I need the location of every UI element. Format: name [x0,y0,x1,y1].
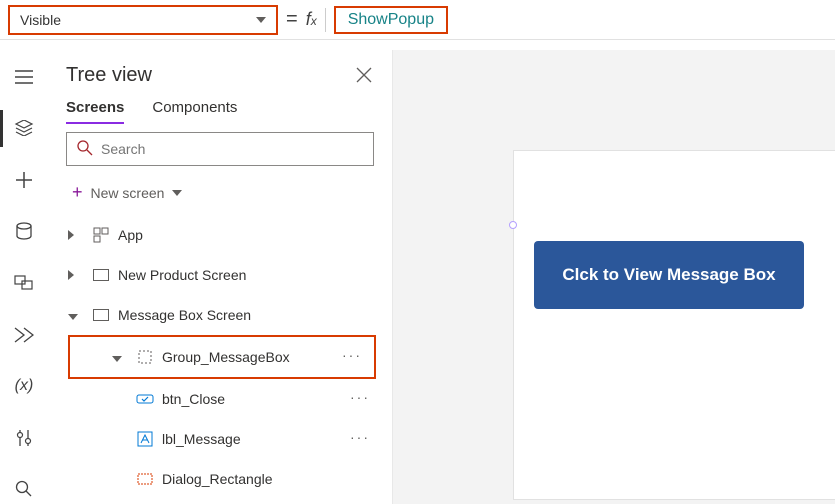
tree-view-title: Tree view [66,64,152,87]
tree-item-new-product-screen[interactable]: New Product Screen [58,255,382,295]
more-icon[interactable]: ··· [350,429,370,445]
search-input[interactable] [66,132,374,166]
new-screen-label: New screen [91,185,165,201]
close-icon[interactable] [356,67,374,85]
app-icon [92,227,110,243]
formula-bar: Visible = fx ShowPopup [0,0,835,40]
tree-item-label: lbl_Message [162,431,241,447]
label-icon [136,431,154,447]
chevron-right-icon [68,230,74,240]
tab-components[interactable]: Components [152,99,237,124]
tree-item-dialog-rectangle[interactable]: Dialog_Rectangle [58,459,382,499]
tree-view-panel: Tree view Screens Components + New scree… [48,50,393,504]
fx-icon: fx [306,9,317,30]
plus-icon: + [72,182,83,203]
rail-tree-view[interactable] [0,114,48,144]
tree-item-label: Message Box Screen [118,307,251,323]
rail-insert[interactable] [0,165,48,195]
more-icon[interactable]: ··· [342,347,362,363]
rail-search[interactable] [0,475,48,504]
chevron-right-icon [68,270,74,280]
rail-tools[interactable] [0,423,48,453]
view-message-box-button[interactable]: Clck to View Message Box [534,241,804,309]
search-icon [76,139,94,162]
chevron-down-icon [112,356,122,362]
group-icon [136,349,154,365]
tree-item-label: Group_MessageBox [162,349,290,365]
rail-data[interactable] [0,217,48,247]
left-rail: (x) [0,50,48,504]
property-dropdown[interactable]: Visible [8,5,278,35]
divider [325,8,326,32]
selection-handle[interactable] [509,221,517,229]
equals-sign: = [286,8,298,31]
tree-item-label: Dialog_Rectangle [162,471,273,487]
screen-canvas[interactable]: Clck to View Message Box [513,150,835,500]
screen-icon [92,269,110,281]
tree-tabs: Screens Components [58,99,382,132]
tree-item-message-box-screen[interactable]: Message Box Screen [58,295,382,335]
tree-item-label: New Product Screen [118,267,246,283]
tree-list: App New Product Screen Message Box Scree… [58,215,382,499]
formula-input[interactable]: ShowPopup [334,6,448,34]
rail-variables[interactable]: (x) [0,371,48,401]
tree-item-label: btn_Close [162,391,225,407]
button-icon [136,392,154,406]
property-name: Visible [20,12,61,28]
tree-item-app[interactable]: App [58,215,382,255]
tree-item-group-messagebox[interactable]: Group_MessageBox ··· [70,337,374,377]
chevron-down-icon [256,17,266,23]
chevron-down-icon [172,190,182,196]
tab-screens[interactable]: Screens [66,99,124,124]
screen-icon [92,309,110,321]
canvas-area: Clck to View Message Box [393,50,835,504]
more-icon[interactable]: ··· [350,389,370,405]
rail-powerautomate[interactable] [0,320,48,350]
rail-hamburger[interactable] [0,62,48,92]
rail-media[interactable] [0,268,48,298]
chevron-down-icon [68,314,78,320]
tree-item-label: App [118,227,143,243]
new-screen-button[interactable]: + New screen [58,178,382,215]
tree-item-btn-close[interactable]: btn_Close ··· [58,379,382,419]
rectangle-icon [136,472,154,486]
tree-item-group-messagebox-selected: Group_MessageBox ··· [68,335,376,379]
tree-item-lbl-message[interactable]: lbl_Message ··· [58,419,382,459]
